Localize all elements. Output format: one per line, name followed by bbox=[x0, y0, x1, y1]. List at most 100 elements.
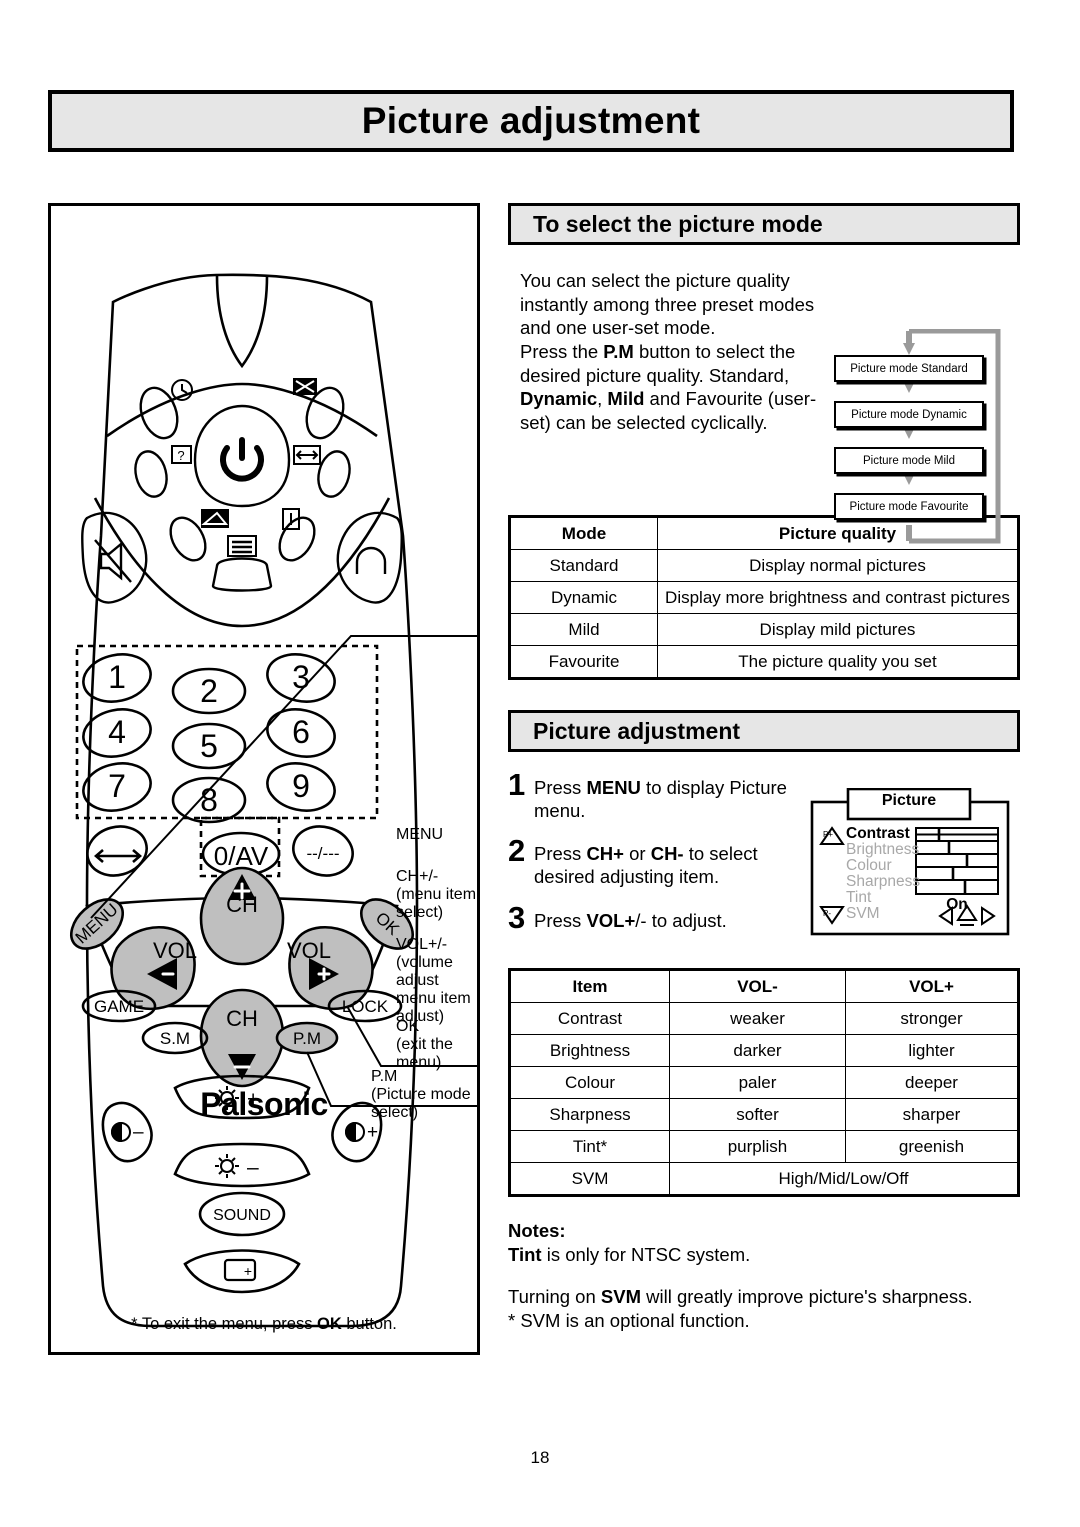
quality-cell: Display more brightness and contrast pic… bbox=[657, 581, 1019, 614]
section-heading-picture-adjustment-text: Picture adjustment bbox=[533, 717, 741, 744]
osd-item-colour: Colour bbox=[846, 857, 892, 874]
mode-cell: Mild bbox=[509, 613, 658, 646]
svg-text:GAME: GAME bbox=[94, 997, 144, 1016]
flow-box-standard: Picture mode Standard bbox=[834, 355, 984, 382]
table-row: Sharpness softer sharper bbox=[509, 1098, 1019, 1131]
volminus-cell: paler bbox=[669, 1066, 846, 1099]
vol-table: Item VOL- VOL+ Contrast weaker stronger … bbox=[508, 968, 1020, 1197]
intro-paragraph-1: You can select the picture quality insta… bbox=[520, 270, 815, 339]
item-cell: Brightness bbox=[509, 1034, 670, 1067]
table-header-row: Item VOL- VOL+ bbox=[509, 969, 1019, 1003]
svg-text:+: + bbox=[244, 1263, 252, 1279]
table-row: Dynamic Display more brightness and cont… bbox=[509, 581, 1019, 614]
volminus-cell: weaker bbox=[669, 1002, 846, 1035]
intro-text-block: You can select the picture quality insta… bbox=[520, 269, 825, 435]
vol-table-header-volminus: VOL- bbox=[669, 969, 846, 1003]
svg-text:2: 2 bbox=[200, 673, 218, 709]
osd-item-contrast: Contrast bbox=[846, 825, 910, 842]
item-cell: Colour bbox=[509, 1066, 670, 1099]
table-row: Standard Display normal pictures bbox=[509, 549, 1019, 582]
manual-page: Picture adjustment ? 1 2 3 4 5 6 7 8 9 0… bbox=[0, 0, 1080, 1527]
vol-table-header-item: Item bbox=[509, 969, 670, 1003]
notes-line-3: * SVM is an optional function. bbox=[508, 1310, 750, 1332]
intro-paragraph-2: Press the P.M button to select the desir… bbox=[520, 341, 817, 434]
volminus-cell: purplish bbox=[669, 1130, 846, 1163]
step-number: 2 bbox=[508, 833, 526, 869]
page-title-text: Picture adjustment bbox=[361, 100, 701, 141]
table-row-svm: SVM High/Mid/Low/Off bbox=[509, 1162, 1019, 1196]
mode-cell: Dynamic bbox=[509, 581, 658, 614]
osd-svm-value: On bbox=[946, 896, 968, 913]
svg-text:LOCK: LOCK bbox=[342, 997, 389, 1016]
svg-text:S.M: S.M bbox=[160, 1029, 190, 1048]
table-row: Tint* purplish greenish bbox=[509, 1130, 1019, 1163]
osd-item-brightness: Brightness bbox=[846, 841, 920, 858]
callout-ch: CH+/- (menu item select) bbox=[396, 868, 477, 921]
right-content-column: To select the picture mode You can selec… bbox=[508, 203, 1020, 1333]
section-heading-select-mode-text: To select the picture mode bbox=[533, 210, 823, 237]
mode-cell: Standard bbox=[509, 549, 658, 582]
section-heading-picture-adjustment: Picture adjustment bbox=[508, 710, 1020, 752]
svg-text:8: 8 bbox=[200, 782, 218, 818]
table-row: Colour paler deeper bbox=[509, 1066, 1019, 1099]
step-number: 1 bbox=[508, 767, 526, 802]
svg-text:9: 9 bbox=[292, 768, 310, 804]
quality-cell: The picture quality you set bbox=[657, 645, 1019, 679]
osd-item-svm: SVM bbox=[846, 905, 880, 922]
volplus-cell: stronger bbox=[845, 1002, 1019, 1035]
remote-control-panel: ? 1 2 3 4 5 6 7 8 9 0/AV --/--- CH CH VO… bbox=[48, 203, 480, 1355]
step-number: 3 bbox=[508, 899, 526, 935]
svg-text:--/---: --/--- bbox=[306, 844, 339, 863]
callout-pm: P.M (Picture mode select) bbox=[371, 1068, 471, 1121]
svg-text:–: – bbox=[133, 1122, 144, 1143]
notes-line-2: Turning on SVM will greatly improve pict… bbox=[508, 1286, 973, 1308]
svg-text:CH: CH bbox=[226, 1006, 258, 1031]
page-title: Picture adjustment bbox=[48, 90, 1014, 152]
item-cell: Sharpness bbox=[509, 1098, 670, 1131]
mode-cell: Favourite bbox=[509, 645, 658, 679]
svg-text:+: + bbox=[367, 1122, 378, 1143]
svg-text:?: ? bbox=[177, 448, 184, 463]
mode-table-header-mode: Mode bbox=[509, 516, 658, 550]
volminus-cell: darker bbox=[669, 1034, 846, 1067]
table-row: Mild Display mild pictures bbox=[509, 613, 1019, 646]
osd-page-down-label: P- bbox=[823, 909, 831, 918]
notes-line-1: Tint is only for NTSC system. bbox=[508, 1244, 751, 1266]
step-text: Press VOL+/- to adjust. bbox=[534, 909, 727, 931]
quality-cell: Display mild pictures bbox=[657, 613, 1019, 646]
intro-and-flow: You can select the picture quality insta… bbox=[508, 269, 1020, 544]
page-number: 18 bbox=[530, 1448, 550, 1467]
osd-title: Picture bbox=[881, 792, 937, 809]
svg-text:SOUND: SOUND bbox=[213, 1207, 271, 1224]
exit-menu-note: * To exit the menu, press OK button. bbox=[131, 1315, 397, 1333]
osd-page-up-label: P+ bbox=[823, 830, 834, 839]
steps-and-osd: 1 Press MENU to display Picture menu. 2 … bbox=[508, 767, 1020, 960]
picture-mode-flow-diagram: Picture mode Standard Picture mode Dynam… bbox=[826, 329, 1016, 544]
table-row: Brightness darker lighter bbox=[509, 1034, 1019, 1067]
adjust-section: Picture adjustment 1 Press MENU to displ… bbox=[508, 710, 1020, 1333]
flow-box-mild: Picture mode Mild bbox=[834, 447, 984, 474]
osd-item-sharpness: Sharpness bbox=[846, 873, 921, 890]
svg-text:P.M: P.M bbox=[293, 1029, 321, 1048]
svg-text:1: 1 bbox=[108, 659, 126, 695]
step-text: Press MENU to display Picture menu. bbox=[534, 777, 787, 822]
svg-text:0/AV: 0/AV bbox=[214, 841, 269, 871]
volminus-cell: softer bbox=[669, 1098, 846, 1131]
step-item: 1 Press MENU to display Picture menu. bbox=[508, 767, 808, 822]
svg-text:4: 4 bbox=[108, 714, 126, 750]
svg-text:7: 7 bbox=[108, 768, 126, 804]
osd-item-tint: Tint bbox=[846, 889, 872, 906]
item-cell: Contrast bbox=[509, 1002, 670, 1035]
notes-spacer bbox=[508, 1267, 1020, 1285]
volplus-cell: deeper bbox=[845, 1066, 1019, 1099]
flow-box-favourite: Picture mode Favourite bbox=[834, 493, 984, 520]
volplus-cell: sharper bbox=[845, 1098, 1019, 1131]
vol-table-wrapper: Item VOL- VOL+ Contrast weaker stronger … bbox=[508, 968, 1020, 1197]
volplus-cell: lighter bbox=[845, 1034, 1019, 1067]
callout-menu: MENU bbox=[396, 826, 444, 843]
callout-ok: OK (exit the menu) bbox=[396, 1018, 453, 1071]
notes-block: Notes: Tint is only for NTSC system. Tur… bbox=[508, 1219, 1020, 1333]
osd-picture-menu: Picture Contrast Brightness Colour Sharp… bbox=[810, 788, 1010, 936]
table-row: Favourite The picture quality you set bbox=[509, 645, 1019, 679]
svg-text:6: 6 bbox=[292, 714, 310, 750]
